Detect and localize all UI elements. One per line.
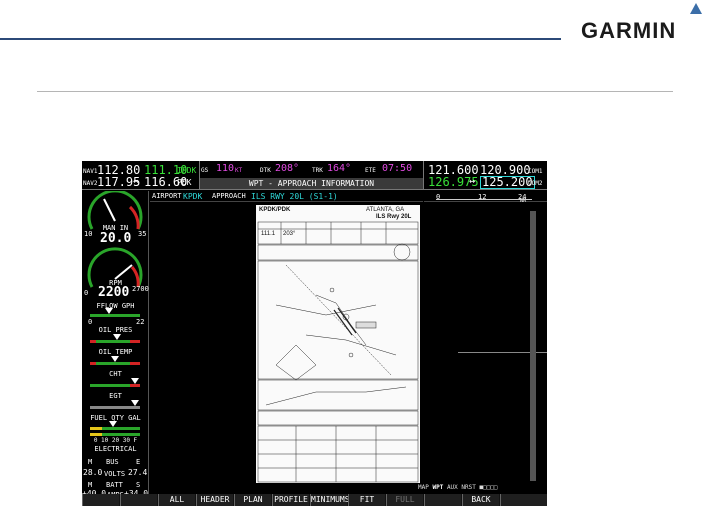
cht-label: CHT (109, 370, 122, 378)
engine-indication: 10 35 MAN IN 20.0 0 2700 RPM 2200 FFLOW … (82, 191, 149, 499)
fflow-label: FFLOW GPH (96, 302, 135, 310)
garmin-logo: GARMIN (581, 18, 677, 43)
com2-label: COM2 (528, 180, 543, 187)
oil-temp-pointer (111, 356, 119, 362)
softkey-back[interactable]: BACK (462, 494, 499, 506)
oil-temp-bar (90, 362, 140, 365)
page-group-indicator: MAP WPT AUX NRST ■□□□□ (418, 484, 498, 491)
cht-pointer (131, 378, 139, 384)
oil-pres-pointer (113, 334, 121, 340)
softkey-blank-2[interactable] (120, 494, 157, 506)
softkey-full-screen[interactable]: FULL SCN (386, 494, 423, 506)
softkey-plan[interactable]: PLAN (234, 494, 271, 506)
nav2-id: PDK (177, 178, 192, 187)
range-unit: NM (520, 198, 527, 204)
page-group-nrst: NRST (461, 484, 476, 491)
range-scale: 0 12 24 NM (424, 191, 547, 204)
fuel-ticks: 0 10 20 30 F (93, 437, 138, 444)
volts-m-value: 28.0 (83, 468, 103, 477)
softkey-blank-4[interactable] (500, 494, 547, 506)
com-swap-icon: ↔ (469, 176, 476, 187)
trk-value: 164° (327, 163, 352, 174)
softkey-all[interactable]: ALL (158, 494, 195, 506)
page-group-aux: AUX (446, 484, 458, 491)
chart-drawing (257, 221, 419, 483)
softkey-blank-3[interactable] (424, 494, 461, 506)
volts-e-value: 27.4 (128, 468, 148, 477)
ete-value: 07:50 (382, 163, 413, 174)
egt-pointer (131, 400, 139, 406)
man-in-value: 20.0 (100, 231, 132, 246)
egt-label: EGT (109, 392, 122, 400)
fflow-pointer (105, 308, 113, 314)
nav-radio-box[interactable]: NAV1 112.80 111.10 IPDK NAV2 117.95 ↔ 11… (82, 161, 200, 190)
softkey-fit-width[interactable]: FIT WDTH (348, 494, 385, 506)
fuel-bar-right (90, 433, 140, 436)
fuel-bar-left (90, 427, 140, 430)
page-group-map: MAP (418, 484, 429, 491)
page-group-wpt: WPT (432, 484, 444, 491)
electrical-label: ELECTRICAL (94, 445, 137, 453)
nav2-swap-icon: ↔ (133, 176, 140, 187)
airport-field[interactable]: KPDK (183, 191, 202, 202)
header-rule (0, 38, 561, 40)
fflow-bar (90, 314, 140, 317)
softkey-profile[interactable]: PROFILE (272, 494, 309, 506)
dtk-label: DTK (260, 167, 271, 174)
page-title: WPT - APPROACH INFORMATION (200, 178, 423, 189)
com2-standby-freq: 125.200 (480, 175, 535, 189)
mfd-display: NAV1 112.80 111.10 IPDK NAV2 117.95 ↔ 11… (82, 161, 547, 506)
oil-pres-bar (90, 340, 140, 343)
approach-chart[interactable]: KPDK/PDK ATLANTA, GA ILS Rwy 20L 111.1 2… (256, 205, 420, 483)
gs-unit: KT (235, 167, 243, 174)
oil-pres-label: OIL PRES (98, 326, 133, 334)
approach-field[interactable]: ILS RWY 20L (S1-1) (251, 191, 338, 202)
rpm-value: 2200 (98, 285, 130, 300)
nav2-label: NAV2 (83, 180, 98, 187)
com-radio-box[interactable]: 121.600 120.900 COM1 126.975 ↔ 125.200 C… (424, 161, 547, 190)
document-rule (37, 91, 673, 92)
gs-value: 110 (216, 163, 235, 174)
softkey-minimums[interactable]: MINIMUMS (310, 494, 350, 506)
dtk-value: 208° (275, 163, 300, 174)
gs-label: GS (201, 167, 209, 174)
range-tick-12: 12 (478, 193, 487, 201)
bus-label: BUS (106, 458, 119, 466)
oil-temp-label: OIL TEMP (98, 348, 133, 356)
approach-label: APPROACH (212, 192, 246, 200)
range-tick-0: 0 (436, 193, 441, 201)
egt-bar (90, 406, 140, 409)
fuel-pointer-left (109, 421, 117, 427)
approach-selection-row: AIRPORT KPDK APPROACH ILS RWY 20L (S1-1) (150, 191, 423, 202)
range-scale-line (436, 199, 532, 200)
ete-label: ETE (365, 167, 376, 174)
logo-triangle-icon (690, 3, 702, 14)
page-dots-icon: ■□□□□ (479, 484, 498, 491)
nav1-label: NAV1 (83, 168, 98, 175)
softkey-bar: ALL HEADER PLAN PROFILE MINIMUMS FIT WDT… (82, 494, 547, 506)
chart-scrollbar[interactable] (530, 211, 536, 481)
rpm-min: 0 (84, 289, 89, 297)
trk-label: TRK (312, 167, 323, 174)
cht-bar (90, 384, 140, 387)
softkey-blank-1[interactable] (82, 494, 119, 506)
airport-label: AIRPORT (152, 192, 182, 200)
softkey-header[interactable]: HEADER (196, 494, 233, 506)
top-bar: NAV1 112.80 111.10 IPDK NAV2 117.95 ↔ 11… (82, 161, 547, 190)
